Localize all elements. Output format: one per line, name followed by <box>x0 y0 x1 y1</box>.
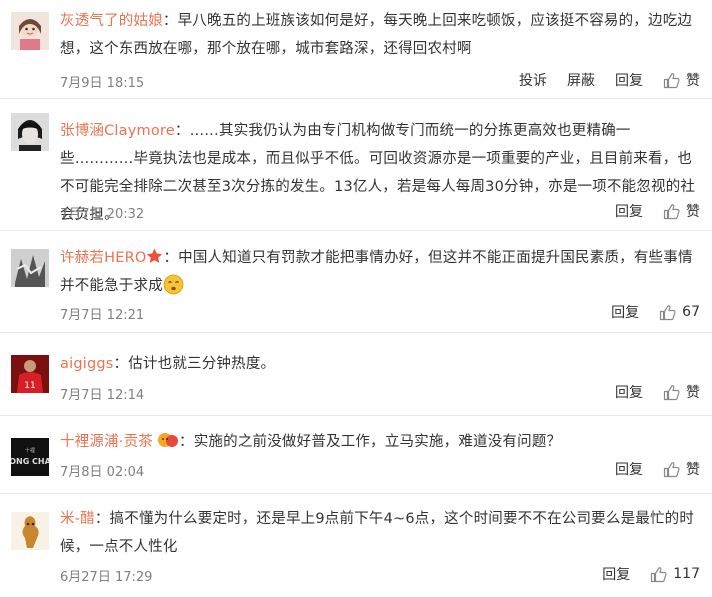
like-button[interactable]: 117 <box>650 566 700 583</box>
comment-username[interactable]: 十裡源浦·贡茶 <box>60 434 153 450</box>
comment-item: 11 aigiggs：估计也就三分钟热度。 7月7日 12:14 回复 赞 <box>0 333 712 415</box>
comment-actions: 回复 赞 <box>595 458 700 480</box>
reply-button[interactable]: 回复 <box>611 302 639 322</box>
comment-body: 估计也就三分钟热度。 <box>128 356 276 372</box>
comment-timestamp: 7月8日 02:04 <box>60 465 145 480</box>
thumbs-up-icon <box>663 72 680 88</box>
thumbs-up-icon <box>660 304 676 320</box>
reply-button[interactable]: 回复 <box>615 382 643 402</box>
comment-username[interactable]: 米-醋 <box>60 511 95 527</box>
comment-timestamp: 7月7日 12:14 <box>60 388 145 403</box>
comment-username[interactable]: 许赫若HERO <box>60 250 146 266</box>
comment-username[interactable]: 灰透气了的姑娘 <box>60 13 163 29</box>
comment-timestamp: 7月7日 12:21 <box>60 308 145 323</box>
avatar[interactable]: 11 <box>11 355 49 393</box>
like-button[interactable]: 赞 <box>663 382 700 402</box>
comment-actions: 回复 赞 <box>595 381 700 403</box>
comment-body: 搞不懂为什么要定时，还是早上9点前下午4~6点，这个时间要不不在公司要么是最忙的… <box>60 511 695 555</box>
comment-username[interactable]: 张博涵Claymore <box>60 123 175 139</box>
comment-timestamp: 6月27日 17:29 <box>60 570 153 585</box>
comment-actions: 回复 67 <box>591 301 700 323</box>
thumbs-up-icon <box>663 203 680 219</box>
comment-item: 许赫若HERO ：中国人知道只有罚款才能把事情办好，但这并不能正面提升国民素质，有… <box>0 231 712 332</box>
comment-body: 实施的之前没做好普及工作，立马实施，难道没有问题？ <box>193 434 562 450</box>
comment-text: 灰透气了的姑娘：早八晚五的上班族该如何是好，每天晚上回来吃顿饭，应该挺不容易的，… <box>60 13 693 57</box>
comment-item: 张博涵Claymore：……其实我仍认为由专门机构做专门而统一的分拣更高效也更精… <box>0 99 712 230</box>
report-button[interactable]: 投诉 <box>519 70 547 90</box>
comment-item: 十裡 ONG CHA 十裡源浦·贡茶 ：实施的之前没做好普及工作，立马实施，难道没… <box>0 416 712 493</box>
comment-actions: 投诉 屏蔽 回复 赞 <box>499 69 700 91</box>
star-icon <box>147 248 163 263</box>
avatar[interactable] <box>11 12 49 50</box>
like-count: 赞 <box>686 204 700 220</box>
comment-item: 灰透气了的姑娘：早八晚五的上班族该如何是好，每天晚上回来吃顿饭，应该挺不容易的，… <box>0 0 712 98</box>
like-count: 67 <box>682 304 700 320</box>
avatar[interactable] <box>11 512 49 550</box>
avatar[interactable] <box>11 249 49 287</box>
like-button[interactable]: 赞 <box>663 459 700 479</box>
comment-list: 灰透气了的姑娘：早八晚五的上班族该如何是好，每天晚上回来吃顿饭，应该挺不容易的，… <box>0 0 712 597</box>
like-button[interactable]: 赞 <box>663 70 700 90</box>
comment-actions: 回复 赞 <box>595 200 700 222</box>
comment-text: 米-醋：搞不懂为什么要定时，还是早上9点前下午4~6点，这个时间要不不在公司要么… <box>60 511 695 555</box>
reply-button[interactable]: 回复 <box>602 564 630 584</box>
comment-timestamp: 7月9日 18:15 <box>60 76 145 91</box>
avatar[interactable] <box>11 113 49 151</box>
svg-text:十裡: 十裡 <box>25 447 35 454</box>
svg-text:11: 11 <box>24 381 35 391</box>
reply-button[interactable]: 回复 <box>615 459 643 479</box>
like-count: 117 <box>673 566 700 582</box>
reply-button[interactable]: 回复 <box>615 201 643 221</box>
like-count: 赞 <box>686 385 700 401</box>
comment-username[interactable]: aigiggs <box>60 356 114 372</box>
svg-text:ONG CHA: ONG CHA <box>11 457 49 466</box>
thumbs-up-icon <box>663 461 680 477</box>
avatar[interactable]: 十裡 ONG CHA <box>11 438 49 476</box>
like-count: 赞 <box>686 73 700 89</box>
comment-timestamp: 7月7日 20:32 <box>60 207 145 222</box>
comment-actions: 回复 117 <box>582 563 700 585</box>
reply-button[interactable]: 回复 <box>615 70 643 90</box>
like-count: 赞 <box>686 462 700 478</box>
comment-text: 许赫若HERO ：中国人知道只有罚款才能把事情办好，但这并不能正面提升国民素质，有… <box>60 248 693 295</box>
vip-badge-icon <box>158 433 179 447</box>
like-button[interactable]: 赞 <box>663 201 700 221</box>
comment-item: 米-醋：搞不懂为什么要定时，还是早上9点前下午4~6点，这个时间要不不在公司要么… <box>0 494 712 597</box>
block-button[interactable]: 屏蔽 <box>567 70 595 90</box>
comment-text: aigiggs：估计也就三分钟热度。 <box>60 356 276 372</box>
comment-text: 十裡源浦·贡茶 ：实施的之前没做好普及工作，立马实施，难道没有问题？ <box>60 428 702 456</box>
like-button[interactable]: 67 <box>659 304 700 321</box>
thumbs-up-icon <box>651 566 667 582</box>
thumbs-up-icon <box>663 384 680 400</box>
emoji-icon <box>163 274 184 295</box>
